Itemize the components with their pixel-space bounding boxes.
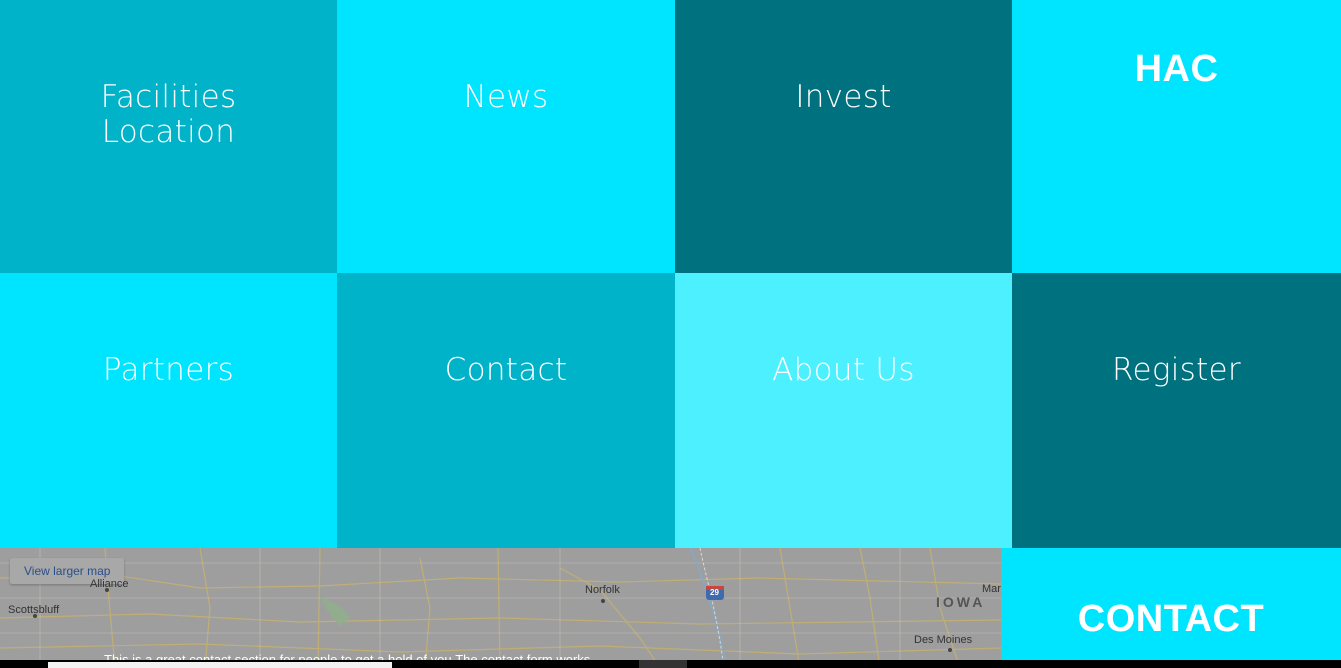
tile-label: Register <box>1112 352 1241 388</box>
tile-label: Invest <box>795 79 892 115</box>
map-label-des-moines: Des Moines <box>914 634 973 646</box>
nav-tile-grid: Facilities Location News Invest HAC Part… <box>0 0 1341 548</box>
tile-partners[interactable]: Partners <box>0 273 337 548</box>
map-label-alliance: Alliance <box>90 578 129 590</box>
map-label-norfolk: Norfolk <box>585 584 620 596</box>
tile-label: Partners <box>102 352 235 388</box>
highway-number: 29 <box>710 588 719 597</box>
tile-invest[interactable]: Invest <box>675 0 1012 273</box>
embedded-map[interactable]: View larger map Alliance Scottsbluff Nor… <box>0 548 1001 668</box>
tile-register[interactable]: Register <box>1012 273 1341 548</box>
taskbar-search[interactable] <box>48 662 392 668</box>
tile-label: Facilities Location <box>100 79 237 150</box>
taskbar <box>0 660 1341 668</box>
taskbar-app-icon[interactable] <box>639 660 687 668</box>
tile-about-us[interactable]: About Us <box>675 273 1012 548</box>
tile-facilities-location[interactable]: Facilities Location <box>0 0 337 273</box>
tile-news[interactable]: News <box>337 0 675 273</box>
tile-label: HAC <box>1134 48 1219 90</box>
contact-title: CONTACT <box>1077 598 1265 640</box>
map-roads <box>0 548 1001 668</box>
contact-panel: CONTACT <box>1001 548 1341 668</box>
tile-contact[interactable]: Contact <box>337 273 675 548</box>
tile-label: About Us <box>772 352 915 388</box>
tile-label: Contact <box>444 352 568 388</box>
tile-hac-logo[interactable]: HAC <box>1012 0 1341 273</box>
map-label-state: IOWA <box>936 594 986 610</box>
map-label-scottsbluff: Scottsbluff <box>8 604 60 616</box>
tile-label: News <box>463 79 549 115</box>
